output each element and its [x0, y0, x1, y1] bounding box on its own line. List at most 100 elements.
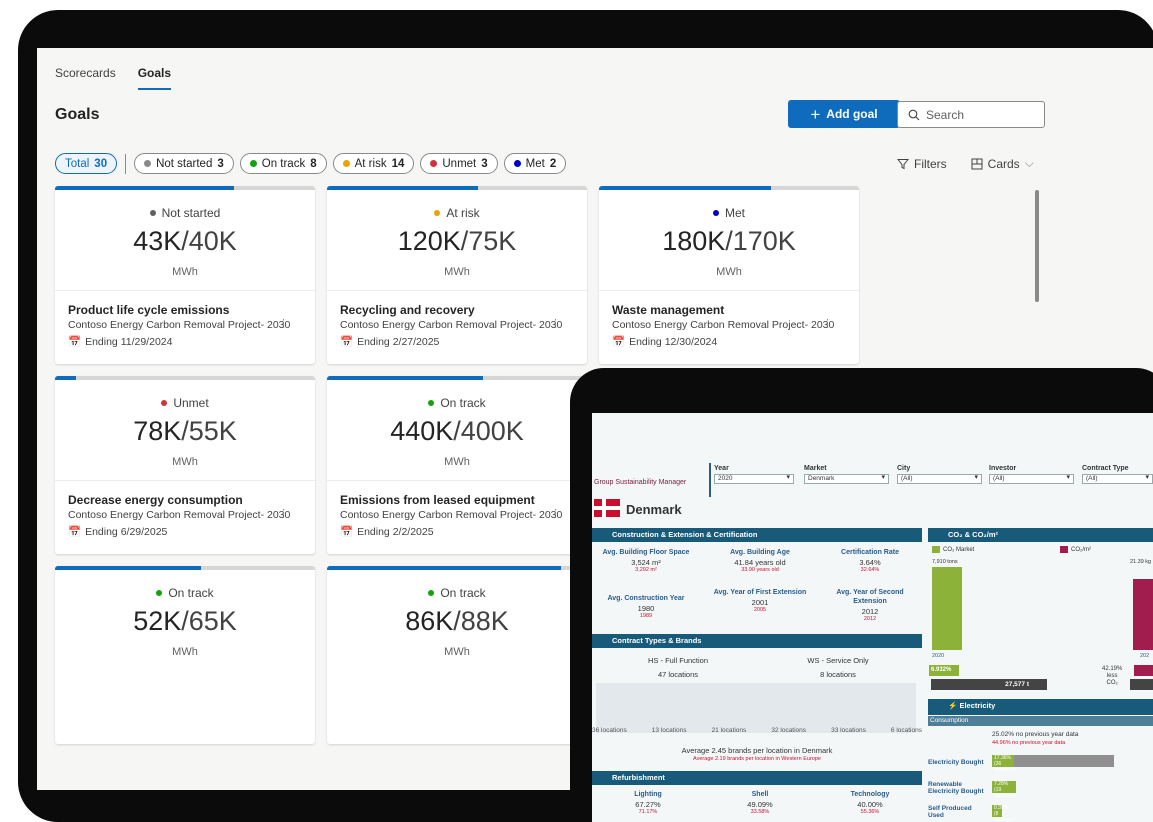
filter-dropdown[interactable]: (All) — [897, 474, 982, 484]
more-options-icon[interactable]: ⋮ — [278, 507, 289, 520]
card-divider — [599, 290, 859, 291]
filter-dropdown[interactable]: (All) — [1082, 474, 1153, 484]
stat-label: Avg. Year of First Extension — [713, 589, 807, 596]
elec-label: Self Produced Used — [928, 805, 972, 820]
location-count: 32 locations — [771, 727, 807, 734]
filter-dropdown[interactable]: Denmark — [804, 474, 889, 484]
chip-unmet[interactable]: Unmet 3 — [420, 153, 498, 174]
brand-location-counts: 36 locations 13 locations 21 locations 3… — [592, 727, 922, 734]
consumption-pct: 25.02% no previous year data — [992, 731, 1079, 738]
tab-scorecards[interactable]: Scorecards — [55, 66, 116, 90]
filter-label: Year — [714, 465, 729, 472]
status-dot-icon — [428, 400, 435, 406]
avg-brands-region: Average 2.19 brands per location in West… — [693, 756, 821, 762]
filters-button[interactable]: Filters — [897, 156, 947, 171]
status-dot-icon — [434, 210, 441, 216]
avg-brands: Average 2.45 brands per location in Denm… — [681, 746, 833, 755]
stat-compare: 32.64% — [860, 567, 880, 574]
stat-label: Avg. Building Floor Space — [602, 549, 690, 556]
current-value: 440K — [390, 416, 454, 446]
ending-label: Ending 6/29/2025 — [85, 525, 168, 538]
view-toolbar: Filters Cards ⌵ — [897, 156, 1034, 171]
status-dot-icon — [149, 210, 156, 216]
filter-market[interactable]: Market Denmark — [804, 465, 889, 484]
progress-fill — [327, 186, 478, 190]
chip-met[interactable]: Met 2 — [503, 153, 567, 174]
goal-card[interactable]: Not started 43K/40K MWh Product life cyc… — [55, 186, 315, 364]
chip-at-risk[interactable]: At risk 14 — [332, 153, 415, 174]
filter-investor[interactable]: Investor (All) — [989, 465, 1074, 484]
co2-total-bar-right — [1130, 679, 1153, 690]
co2-reduction-less: less — [1106, 673, 1118, 680]
progress-fill — [55, 186, 235, 190]
co2-reduction-pct: 42.19% — [1102, 666, 1123, 672]
elec-bar: 17.36% (36 locations) — [992, 755, 1015, 773]
goal-value: 43K/40K — [55, 226, 315, 257]
progress-track — [55, 566, 315, 570]
chip-label: Met — [525, 157, 545, 170]
co2-year-label-right: 202 — [1140, 653, 1150, 659]
goal-card[interactable]: Unmet 78K/55K MWh Decrease energy consum… — [55, 376, 315, 554]
status-dot-icon — [144, 160, 152, 167]
target-value: /40K — [181, 226, 237, 256]
location-count: 13 locations — [651, 727, 687, 734]
stat-value: 67.27% — [635, 799, 661, 809]
co2-reduction-unit: CO₂ — [1106, 680, 1118, 687]
chip-count: 3 — [217, 157, 224, 170]
progress-track — [327, 186, 587, 190]
more-options-icon[interactable]: ⋮ — [550, 317, 561, 330]
progress-fill — [55, 566, 201, 570]
goal-ending: 📅 Ending 12/30/2024 — [612, 335, 717, 349]
current-value: 120K — [397, 226, 461, 256]
more-options-icon[interactable]: ⋮ — [822, 317, 833, 330]
chip-on-track[interactable]: On track 8 — [239, 153, 327, 174]
chip-count: 3 — [481, 157, 488, 170]
ending-label: Ending 2/27/2025 — [357, 335, 440, 348]
filter-dropdown[interactable]: (All) — [989, 474, 1074, 484]
status-label: Unmet — [173, 396, 209, 410]
stat-second-extension: Avg. Year of Second Extension 2012 2012 — [820, 589, 920, 623]
goal-unit: MWh — [444, 456, 470, 468]
goal-card[interactable]: Met 180K/170K MWh Waste management Conto… — [599, 186, 859, 364]
chip-total[interactable]: Total 30 — [55, 153, 118, 174]
refurb-shell: Shell 49.09% 33.58% — [710, 791, 810, 816]
scrollbar-thumb[interactable] — [1035, 190, 1039, 302]
goal-card[interactable]: At risk 120K/75K MWh Recycling and recov… — [327, 186, 587, 364]
co2-year-label: 2020 — [932, 653, 945, 659]
add-goal-button[interactable]: + Add goal — [788, 100, 900, 128]
filter-contract-type[interactable]: Contract Type (All) — [1082, 465, 1153, 484]
location-count: 6 locations — [890, 727, 922, 734]
filter-city[interactable]: City (All) — [897, 465, 982, 484]
stat-compare: 33.58% — [750, 809, 770, 816]
consumption-pct-region: 44.96% no previous year data — [992, 740, 1066, 746]
status-dot-icon — [712, 210, 719, 216]
search-input[interactable] — [926, 107, 1036, 122]
chip-not-started[interactable]: Not started 3 — [134, 153, 234, 174]
goal-value: 120K/75K — [327, 226, 587, 257]
stat-value: 3,524 m² — [631, 557, 661, 567]
goal-card[interactable]: On track 440K/400K MWh Emissions from le… — [327, 376, 587, 554]
elec-label: Electricity Bought — [928, 759, 984, 766]
co2-legend-per-m2: CO₂/m² — [1060, 546, 1091, 553]
search-box[interactable] — [897, 101, 1045, 128]
goal-ending: 📅 Ending 2/27/2025 — [340, 335, 440, 349]
tab-goals[interactable]: Goals — [137, 66, 172, 90]
filter-dropdown[interactable]: 2020 — [714, 474, 794, 484]
co2-change-badge: 6.932% — [929, 665, 959, 676]
stat-label: Technology — [850, 791, 890, 798]
target-value: /88K — [453, 606, 509, 636]
card-divider — [327, 290, 587, 291]
more-options-icon[interactable]: ⋮ — [278, 317, 289, 330]
filter-year[interactable]: Year 2020 — [714, 465, 794, 484]
status-dot-icon — [156, 590, 163, 596]
goal-card[interactable]: On track 86K/88K MWh — [327, 566, 587, 744]
section-contract-types: Contract Types & Brands — [592, 634, 922, 648]
refurb-lighting: Lighting 67.27% 71.17% — [598, 791, 698, 816]
contract-label: WS - Service Only — [807, 656, 869, 665]
view-switcher[interactable]: Cards ⌵ — [971, 156, 1034, 171]
goal-card[interactable]: On track 52K/65K MWh — [55, 566, 315, 744]
goal-project: Contoso Energy Carbon Removal Project- 2… — [612, 319, 835, 331]
more-options-icon[interactable]: ⋮ — [550, 507, 561, 520]
goal-project: Contoso Energy Carbon Removal Project- 2… — [340, 509, 563, 521]
contract-full-function: HS - Full Function 47 locations — [628, 656, 728, 680]
